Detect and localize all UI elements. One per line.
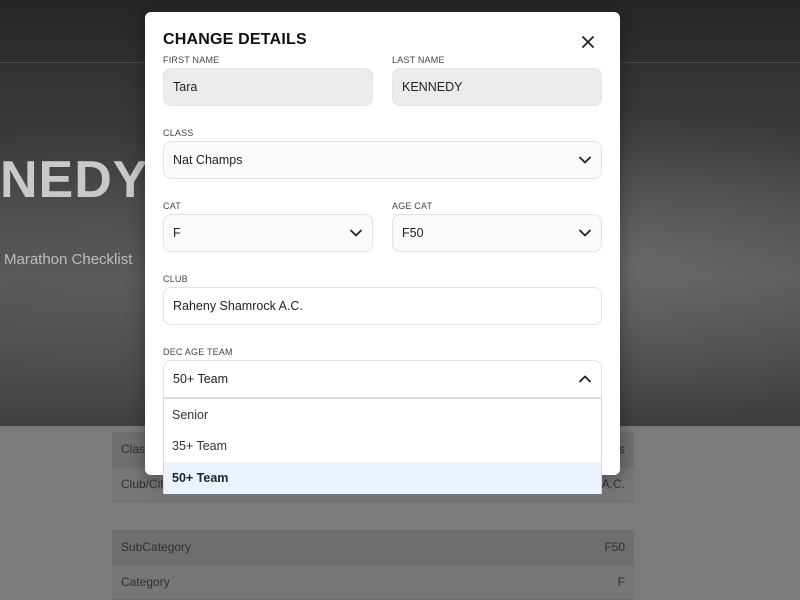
age-cat-label: AGE CAT [392, 201, 433, 211]
chevron-down-icon [579, 229, 591, 237]
class-label: CLASS [163, 128, 194, 138]
club-value: Raheny Shamrock A.C. [173, 299, 303, 313]
last-name-value: KENNEDY [402, 80, 463, 94]
dec-age-team-select[interactable]: 50+ Team [163, 360, 602, 398]
club-label: CLUB [163, 274, 188, 284]
chevron-down-icon [350, 229, 362, 237]
first-name-field[interactable]: Tara [163, 68, 373, 106]
class-value: Nat Champs [173, 153, 243, 167]
first-name-value: Tara [173, 80, 198, 94]
cat-select[interactable]: F [163, 214, 373, 252]
chevron-down-icon [579, 156, 591, 164]
last-name-field[interactable]: KENNEDY [392, 68, 602, 106]
checklist-subtitle: Marathon Checklist [4, 251, 133, 268]
age-cat-select[interactable]: F50 [392, 214, 602, 252]
row-value: F [617, 575, 625, 589]
row-value: A.C. [601, 477, 625, 491]
dec-age-team-dropdown: Senior 35+ Team 50+ Team [163, 398, 602, 494]
row-label: SubCategory [121, 540, 192, 554]
dropdown-option-35-team[interactable]: 35+ Team [164, 431, 601, 463]
row-value: F50 [604, 540, 625, 554]
chevron-up-icon [579, 375, 591, 383]
dropdown-option-senior[interactable]: Senior [164, 399, 601, 431]
modal-title: CHANGE DETAILS [163, 31, 307, 48]
cat-label: CAT [163, 201, 181, 211]
table-row: SubCategory F50 [112, 530, 634, 565]
dropdown-option-50-team[interactable]: 50+ Team [164, 462, 601, 494]
age-cat-value: F50 [402, 226, 424, 240]
close-button[interactable] [580, 34, 596, 50]
dec-age-team-label: DEC AGE TEAM [163, 347, 233, 357]
athlete-name-heading: NEDY [0, 151, 149, 209]
dec-age-team-value: 50+ Team [173, 372, 229, 386]
last-name-label: LAST NAME [392, 55, 445, 65]
table-row: Category F [112, 565, 634, 600]
class-select[interactable]: Nat Champs [163, 141, 602, 179]
category-table: SubCategory F50 Category F [112, 530, 634, 600]
row-label: Category [121, 575, 170, 589]
first-name-label: FIRST NAME [163, 55, 220, 65]
cat-value: F [173, 226, 181, 240]
club-field[interactable]: Raheny Shamrock A.C. [163, 287, 602, 325]
close-icon [582, 36, 594, 48]
